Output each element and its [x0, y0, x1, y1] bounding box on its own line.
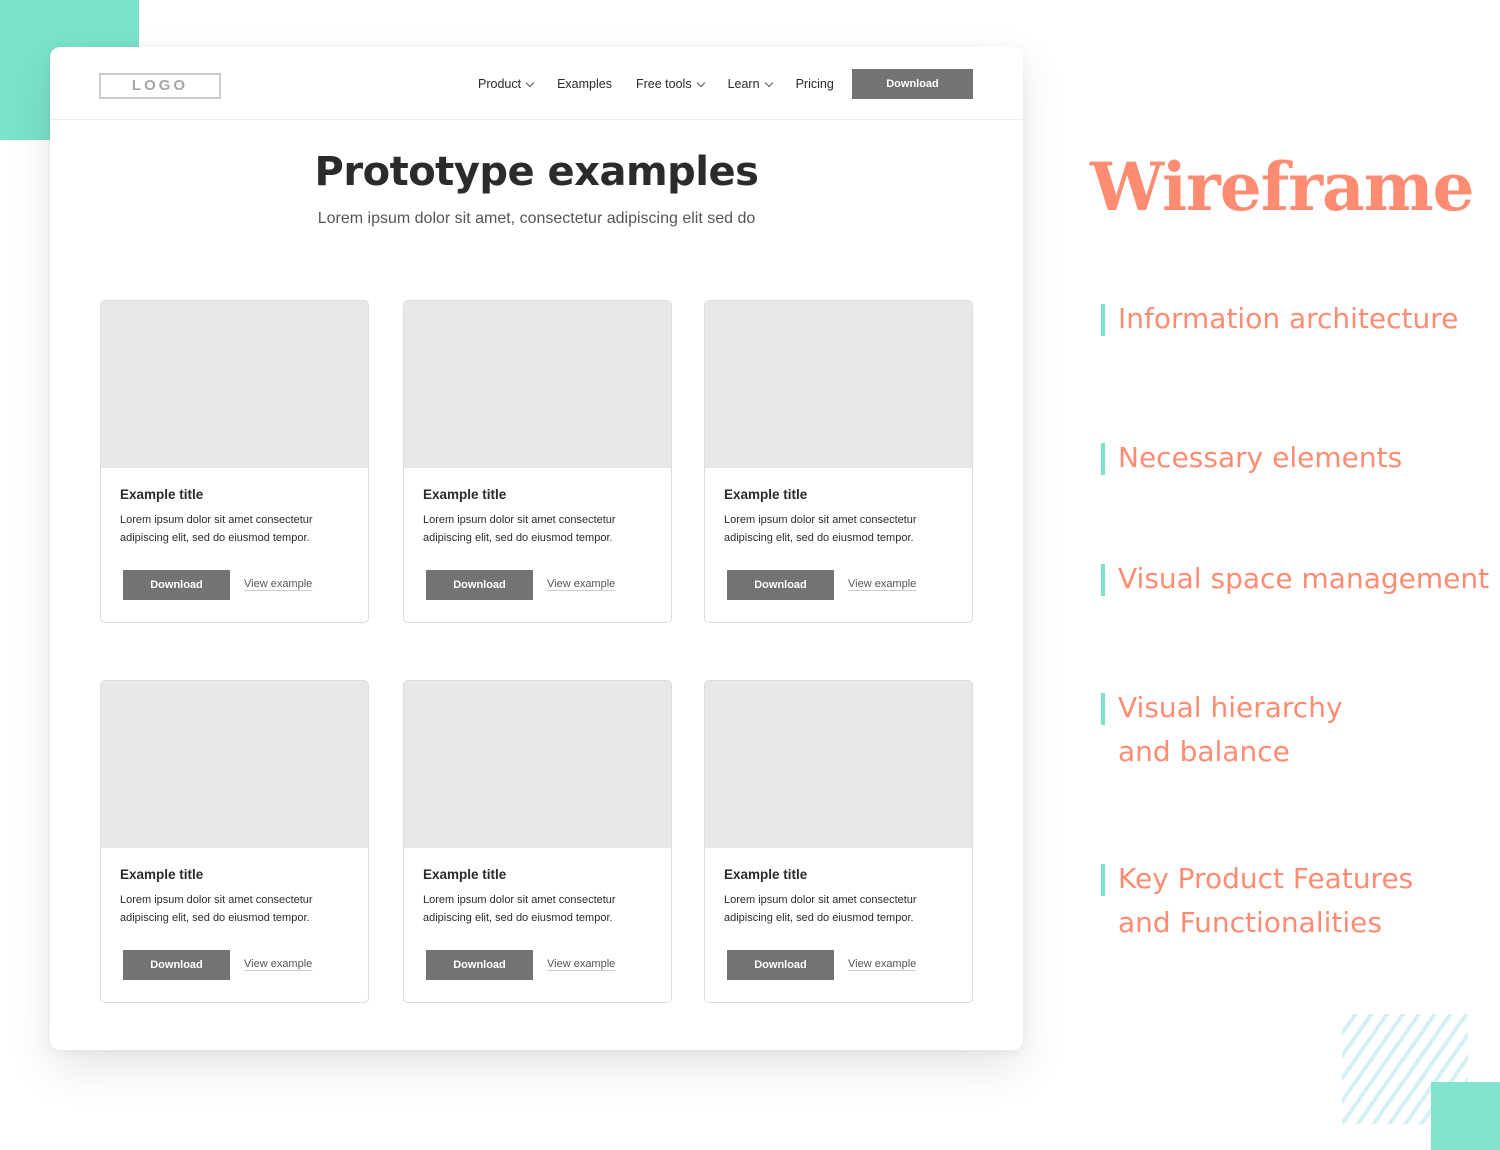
example-card: Example title Lorem ipsum dolor sit amet … [100, 300, 369, 623]
nav-item-label: Free tools [635, 77, 692, 91]
image-placeholder [101, 301, 368, 468]
image-placeholder [705, 301, 972, 468]
card-title: Example title [120, 487, 204, 502]
card-title: Example title [423, 867, 507, 882]
teal-accent-bar [1101, 564, 1105, 596]
nav-download-button[interactable]: Download [852, 69, 973, 99]
image-placeholder [705, 681, 972, 848]
chevron-down-icon [764, 78, 773, 87]
card-download-button[interactable]: Download [123, 950, 230, 980]
feature-label: Information architecture [1118, 302, 1459, 335]
card-description: Lorem ipsum dolor sit amet consectetur a… [423, 894, 616, 924]
card-download-button[interactable]: Download [727, 570, 834, 600]
nav-item-examples[interactable]: Examples [557, 77, 612, 91]
teal-accent-bar [1101, 443, 1105, 475]
view-example-link[interactable]: View example [547, 958, 615, 970]
view-example-link[interactable]: View example [848, 958, 916, 970]
image-placeholder [404, 301, 671, 468]
card-title: Example title [120, 867, 204, 882]
nav-item-product[interactable]: Product [478, 77, 535, 91]
nav-menu: Product Examples Free tools Learn Pricin… [478, 77, 858, 91]
teal-accent-bar [1101, 693, 1105, 725]
navbar: LOGO Product Examples Free tools Learn P… [50, 47, 1023, 120]
view-example-link[interactable]: View example [848, 578, 916, 590]
card-download-button[interactable]: Download [123, 570, 230, 600]
card-title: Example title [724, 487, 808, 502]
page-subtitle: Lorem ipsum dolor sit amet, consectetur … [317, 210, 756, 227]
card-description: Lorem ipsum dolor sit amet consectetur a… [724, 894, 917, 924]
nav-item-free-tools[interactable]: Free tools [635, 77, 705, 91]
card-download-button[interactable]: Download [426, 570, 533, 600]
page-title: Prototype examples [314, 149, 759, 195]
example-card: Example title Lorem ipsum dolor sit amet … [100, 680, 369, 1003]
example-card: Example title Lorem ipsum dolor sit amet … [704, 300, 973, 623]
card-title: Example title [724, 867, 808, 882]
nav-item-label: Learn [727, 77, 760, 91]
card-description: Lorem ipsum dolor sit amet consectetur a… [724, 514, 917, 544]
view-example-link[interactable]: View example [244, 958, 312, 970]
logo-placeholder[interactable]: LOGO [99, 73, 221, 99]
card-description: Lorem ipsum dolor sit amet consectetur a… [423, 514, 616, 544]
chevron-down-icon [696, 78, 705, 87]
wireframe-heading: Wireframe [1090, 148, 1475, 226]
view-example-link[interactable]: View example [244, 578, 312, 590]
card-title: Example title [423, 487, 507, 502]
nav-item-label: Pricing [795, 77, 834, 91]
feature-label: Visual hierarchy and balance [1118, 691, 1343, 768]
decorative-teal-square-bottom-right [1431, 1082, 1500, 1150]
teal-accent-bar [1101, 304, 1105, 336]
nav-item-label: Examples [557, 77, 612, 91]
nav-item-pricing[interactable]: Pricing [796, 77, 834, 91]
example-card: Example title Lorem ipsum dolor sit amet … [403, 680, 672, 1003]
example-card: Example title Lorem ipsum dolor sit amet … [704, 680, 973, 1003]
wireframe-window: LOGO Product Examples Free tools Learn P… [50, 47, 1023, 1050]
feature-label: Visual space management [1118, 562, 1490, 595]
card-download-button[interactable]: Download [727, 950, 834, 980]
feature-label: Key Product Features and Functionalities [1118, 862, 1414, 939]
card-description: Lorem ipsum dolor sit amet consectetur a… [120, 514, 313, 544]
image-placeholder [101, 681, 368, 848]
image-placeholder [404, 681, 671, 848]
nav-item-learn[interactable]: Learn [727, 77, 773, 91]
chevron-down-icon [525, 78, 535, 87]
card-download-button[interactable]: Download [426, 950, 533, 980]
nav-item-label: Product [478, 77, 522, 91]
view-example-link[interactable]: View example [547, 578, 615, 590]
example-card: Example title Lorem ipsum dolor sit amet … [403, 300, 672, 623]
teal-accent-bar [1101, 864, 1105, 896]
feature-label: Necessary elements [1118, 441, 1403, 474]
card-description: Lorem ipsum dolor sit amet consectetur a… [120, 894, 313, 924]
